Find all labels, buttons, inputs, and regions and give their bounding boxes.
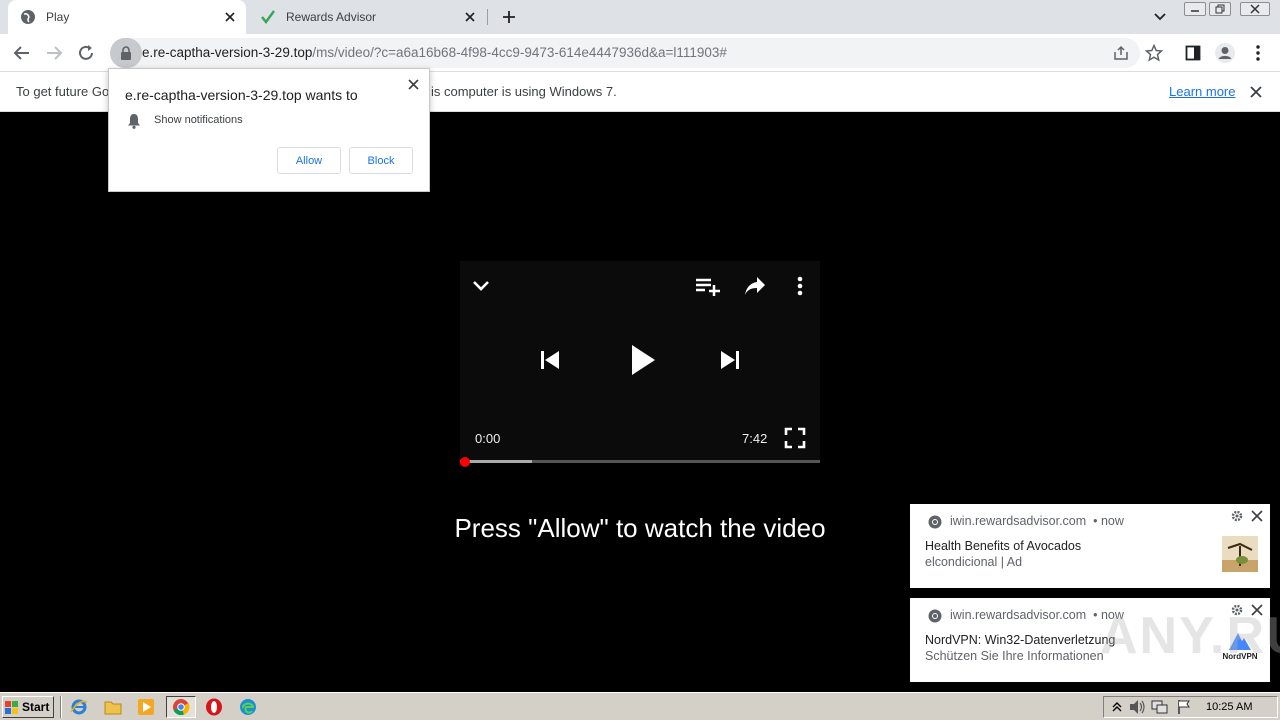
chrome-icon: [928, 515, 942, 534]
forward-button[interactable]: [41, 40, 67, 66]
progress-buffered: [460, 460, 532, 463]
show-hidden-icons-icon[interactable]: [1107, 697, 1127, 717]
learn-more-link[interactable]: Learn more: [1169, 84, 1235, 99]
tab-title: Rewards Advisor: [286, 10, 377, 24]
notification-title: Health Benefits of Avocados: [925, 539, 1082, 553]
globe-icon: [20, 9, 36, 25]
new-tab-button[interactable]: [498, 6, 520, 28]
side-panel-icon[interactable]: [1180, 40, 1206, 66]
progress-scrubber[interactable]: [460, 457, 470, 467]
info-text-end: is computer is using Windows 7.: [431, 84, 617, 99]
watermark: ANY.RUN: [1100, 607, 1280, 665]
profile-avatar-icon[interactable]: [1212, 40, 1238, 66]
restore-button[interactable]: [1209, 2, 1231, 16]
more-vert-icon[interactable]: [797, 276, 803, 301]
add-to-queue-icon[interactable]: [695, 276, 721, 303]
current-time: 0:00: [475, 431, 501, 446]
tab-play[interactable]: Play: [8, 0, 246, 34]
green-check-icon: [260, 9, 276, 25]
start-button[interactable]: Start: [2, 696, 54, 718]
info-text-start: To get future Go: [16, 84, 110, 99]
taskbar-separator: [60, 696, 62, 718]
network-icon[interactable]: [1150, 697, 1170, 717]
browser-toolbar: e.re-captha-version-3-29.top/ms/video/?c…: [0, 34, 1280, 72]
fullscreen-icon[interactable]: [784, 427, 806, 454]
opera-icon[interactable]: [204, 697, 224, 717]
share-arrow-icon[interactable]: [744, 276, 766, 301]
chrome-taskbar-button[interactable]: [166, 696, 196, 718]
gear-icon[interactable]: [1231, 509, 1243, 527]
internet-explorer-icon[interactable]: [69, 697, 89, 717]
close-tab-icon[interactable]: [222, 9, 238, 25]
close-window-button[interactable]: [1240, 2, 1270, 16]
windows-logo-icon: [5, 700, 19, 714]
avocado-thumbnail-image: [1222, 536, 1258, 572]
bookmark-star-icon[interactable]: [1141, 40, 1167, 66]
address-bar[interactable]: e.re-captha-version-3-29.top/ms/video/?c…: [110, 38, 1140, 68]
reload-button[interactable]: [73, 40, 99, 66]
taskbar: Start 10:25 AM: [0, 692, 1280, 720]
notification-title: NordVPN: Win32-Datenverletzung: [925, 633, 1116, 647]
notification-card[interactable]: iwin.rewardsadvisor.com • now Health Ben…: [910, 504, 1270, 588]
permission-row: Show notifications: [154, 114, 243, 126]
url-text[interactable]: e.re-captha-version-3-29.top/ms/video/?c…: [142, 45, 727, 60]
share-icon[interactable]: [1113, 45, 1129, 66]
close-permission-icon[interactable]: [405, 76, 421, 92]
close-notification-icon[interactable]: [1251, 509, 1263, 527]
duration: 7:42: [742, 431, 768, 446]
tab-title: Play: [46, 10, 70, 24]
previous-track-icon[interactable]: [539, 349, 561, 376]
notification-subtitle: Schützen Sie Ihre Informationen: [925, 649, 1104, 663]
back-button[interactable]: [9, 40, 35, 66]
close-infobar-icon[interactable]: [1247, 83, 1265, 101]
permission-title: e.re-captha-version-3-29.top wants to: [125, 87, 358, 103]
minimize-button[interactable]: [1184, 2, 1206, 16]
tab-strip: Play Rewards Advisor: [0, 0, 1280, 34]
chrome-icon: [928, 609, 942, 628]
bell-icon: [127, 113, 141, 134]
folder-icon[interactable]: [103, 697, 123, 717]
volume-icon[interactable]: [1127, 697, 1147, 717]
notification-source: iwin.rewardsadvisor.com • now: [950, 514, 1124, 528]
close-tab-icon[interactable]: [462, 9, 478, 25]
url-host: e.re-captha-version-3-29.top: [142, 45, 313, 60]
next-track-icon[interactable]: [719, 349, 741, 376]
notification-permission-prompt: e.re-captha-version-3-29.top wants to Sh…: [108, 68, 430, 192]
clock[interactable]: 10:25 AM: [1206, 701, 1252, 713]
tab-search-chevron-icon[interactable]: [1152, 9, 1168, 30]
start-label: Start: [22, 700, 50, 714]
url-path: /ms/video/?c=a6a16b68-4f98-4cc9-9473-614…: [312, 45, 727, 60]
menu-kebab-icon[interactable]: [1245, 40, 1271, 66]
block-button[interactable]: Block: [349, 147, 413, 174]
tab-rewards-advisor[interactable]: Rewards Advisor: [248, 0, 486, 34]
action-center-flag-icon[interactable]: [1174, 697, 1194, 717]
edge-icon[interactable]: [238, 697, 258, 717]
chevron-down-icon[interactable]: [471, 277, 491, 298]
video-player[interactable]: 0:00 7:42: [460, 261, 820, 467]
notification-subtitle: elcondicional | Ad: [925, 555, 1023, 569]
notification-source: iwin.rewardsadvisor.com • now: [950, 608, 1124, 622]
tab-separator: [487, 9, 488, 25]
play-icon[interactable]: [630, 344, 656, 381]
lock-icon[interactable]: [110, 38, 142, 68]
allow-button[interactable]: Allow: [277, 147, 341, 174]
media-player-icon[interactable]: [136, 697, 156, 717]
